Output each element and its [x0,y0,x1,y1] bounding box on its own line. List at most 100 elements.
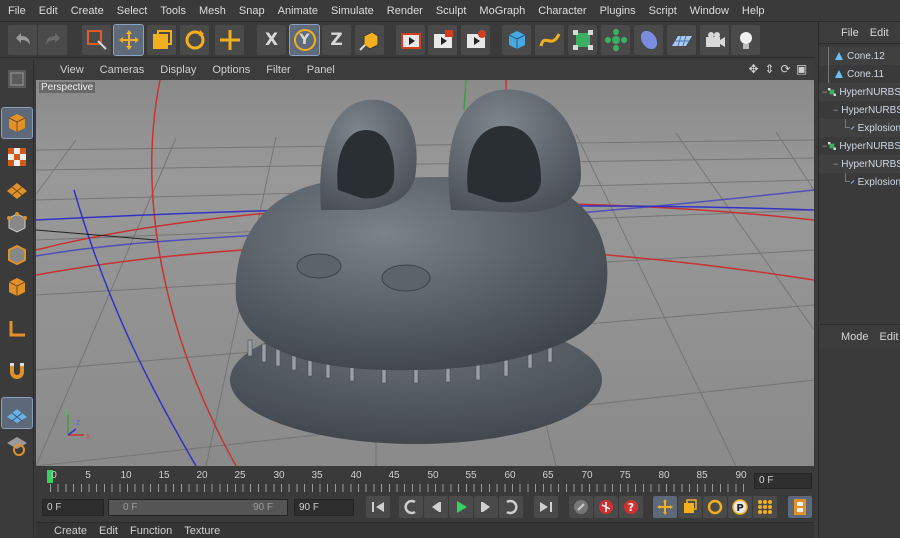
material-menu-function[interactable]: Function [130,525,172,537]
polygons-mode-button[interactable] [2,272,32,302]
object-row-hypernurbs-1[interactable]: − HyperNURBS [819,83,900,101]
perspective-viewport[interactable]: y x z Perspective [36,80,814,466]
undo-button[interactable] [8,25,37,55]
prev-frame-button[interactable] [424,496,448,518]
expand-toggle-icon[interactable]: − [833,159,838,169]
model-mode-button[interactable] [1,107,33,139]
menu-file[interactable]: File [4,5,30,17]
make-editable-button[interactable] [2,64,32,94]
key-point-level-button[interactable] [753,496,777,518]
axis-mode-button[interactable] [2,314,32,344]
menu-window[interactable]: Window [686,5,733,17]
start-frame-field[interactable]: 0 F [42,499,104,516]
object-row-hypernurbs-2[interactable]: − HyperNURBS [819,137,900,155]
move-tool-button[interactable] [113,24,144,56]
go-to-end-button[interactable] [534,496,558,518]
menu-script[interactable]: Script [645,5,681,17]
workplane-lock-button[interactable] [1,397,33,429]
viewport-menu-cameras[interactable]: Cameras [100,64,145,76]
object-row-cone-12[interactable]: Cone.12 [819,47,900,65]
timeline-ruler[interactable]: 0 5 10 15 20 25 30 35 40 45 50 55 60 65 … [36,466,814,494]
add-light-button[interactable] [731,25,760,55]
add-cloner-button[interactable] [601,25,630,55]
preview-range-slider[interactable]: 0 F 90 F [108,499,288,516]
menu-mograph[interactable]: MoGraph [475,5,529,17]
key-parameter-button[interactable]: P [728,496,752,518]
key-scale-button[interactable] [678,496,702,518]
material-menu-create[interactable]: Create [54,525,87,537]
menu-character[interactable]: Character [534,5,590,17]
object-row-cone-11[interactable]: Cone.11 [819,65,900,83]
menu-snap[interactable]: Snap [235,5,269,17]
object-row-hypernurbs-2-child[interactable]: − HyperNURBS [819,155,900,173]
live-select-button[interactable] [82,25,111,55]
object-row-explosion-1[interactable]: Explosion [819,119,900,137]
menu-tools[interactable]: Tools [156,5,190,17]
locked-workplane-button[interactable] [2,430,32,460]
key-help-button[interactable]: ? [619,496,643,518]
menu-select[interactable]: Select [113,5,152,17]
attributes-menu-edit[interactable]: Edit [880,331,899,343]
viewport-camera-label[interactable]: Perspective [39,82,96,93]
add-cube-button[interactable] [502,25,531,55]
menu-create[interactable]: Create [67,5,108,17]
menu-render[interactable]: Render [383,5,427,17]
add-camera-button[interactable] [700,25,729,55]
next-frame-button[interactable] [474,496,498,518]
rotate-view-icon[interactable]: ⟳ [779,62,792,76]
object-row-hypernurbs-1-child[interactable]: − HyperNURBS [819,101,900,119]
viewport-menu-panel[interactable]: Panel [307,64,335,76]
add-floor-button[interactable] [667,25,696,55]
key-position-button[interactable] [653,496,677,518]
scale-tool-button[interactable] [147,25,176,55]
autokey-button[interactable] [594,496,618,518]
y-axis-toggle[interactable]: Y [289,24,320,56]
objects-menu-edit[interactable]: Edit [870,27,889,39]
object-row-explosion-2[interactable]: Explosion [819,173,900,191]
snap-button[interactable] [2,356,32,386]
viewport-menu-filter[interactable]: Filter [266,64,290,76]
expand-toggle-icon[interactable]: − [833,105,838,115]
menu-mesh[interactable]: Mesh [195,5,230,17]
material-menu-texture[interactable]: Texture [184,525,220,537]
points-mode-button[interactable] [2,208,32,238]
add-deformer-button[interactable] [634,25,663,55]
render-settings-button[interactable] [461,25,490,55]
menu-plugins[interactable]: Plugins [596,5,640,17]
rotate-tool-button[interactable] [180,25,209,55]
menu-simulate[interactable]: Simulate [327,5,378,17]
next-key-button[interactable] [499,496,523,518]
menu-sculpt[interactable]: Sculpt [432,5,471,17]
record-active-button[interactable] [569,496,593,518]
add-spline-button[interactable] [535,25,564,55]
render-picture-viewer-button[interactable] [428,25,457,55]
viewport-menu-display[interactable]: Display [160,64,196,76]
timeline-window-button[interactable] [788,496,812,518]
pan-view-icon[interactable]: ✥ [747,62,760,76]
prev-key-button[interactable] [399,496,423,518]
objects-menu-file[interactable]: File [841,27,859,39]
zoom-view-icon[interactable]: ⇕ [763,62,776,76]
go-to-start-button[interactable] [366,496,390,518]
menu-edit[interactable]: Edit [35,5,62,17]
end-frame-field[interactable]: 90 F [294,499,354,516]
menu-help[interactable]: Help [738,5,769,17]
attributes-menu-mode[interactable]: Mode [841,331,869,343]
redo-button[interactable] [38,25,67,55]
workplane-mode-button[interactable] [2,174,32,204]
x-axis-toggle[interactable]: X [257,25,286,55]
viewport-menu-options[interactable]: Options [212,64,250,76]
material-menu-edit[interactable]: Edit [99,525,118,537]
z-axis-toggle[interactable]: Z [322,25,351,55]
last-tool-button[interactable] [215,25,244,55]
render-view-button[interactable] [396,25,425,55]
edges-mode-button[interactable] [2,240,32,270]
current-frame-field[interactable]: 0 F [754,473,812,489]
menu-animate[interactable]: Animate [274,5,322,17]
viewport-menu-view[interactable]: View [60,64,84,76]
key-rotation-button[interactable] [703,496,727,518]
play-button[interactable] [449,496,473,518]
texture-mode-button[interactable] [2,142,32,172]
add-subdivision-button[interactable] [568,25,597,55]
coordinate-system-button[interactable] [355,25,384,55]
